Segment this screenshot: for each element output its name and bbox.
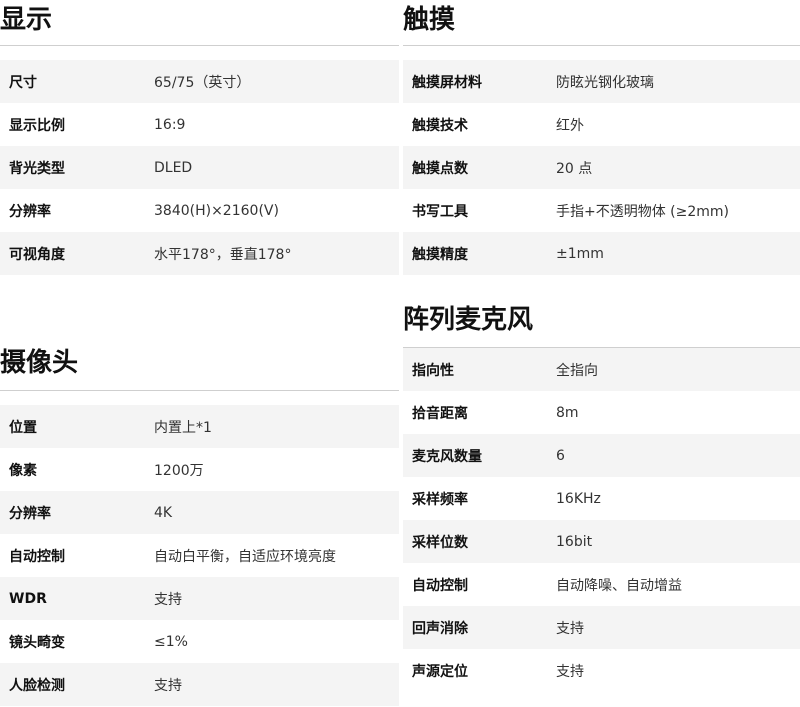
row-value: 红外 [556,117,584,134]
table-row: 回声消除 支持 [403,606,800,649]
camera-section: 摄像头 位置 内置上*1 像素 1200万 分辨率 4K 自动控制 自动白平衡，自适应环… [0,345,399,706]
row-value: 1200万 [154,462,204,479]
table-row: 触摸精度 ±1mm [403,232,800,275]
row-label: 触摸精度 [412,246,468,263]
row-label: 采样位数 [412,534,468,551]
display-title: 显示 [0,0,399,46]
mic-table: 指向性 全指向 拾音距离 8m 麦克风数量 6 采样频率 16KHz 采样位数 16bit… [403,348,800,692]
table-row: 自动控制 自动白平衡，自适应环境亮度 [0,534,399,577]
row-label: 自动控制 [412,577,468,594]
row-label: 回声消除 [412,620,468,637]
mic-title: 阵列麦克风 [403,302,800,348]
touch-title: 触摸 [403,0,800,46]
row-label: 指向性 [412,362,454,379]
table-row: 尺寸 65/75（英寸） [0,60,399,103]
row-label: 书写工具 [412,203,468,220]
row-label: 麦克风数量 [412,448,482,465]
row-value: 水平178°，垂直178° [154,246,292,263]
row-label: 触摸点数 [412,160,468,177]
camera-title: 摄像头 [0,345,399,391]
row-value: ±1mm [556,245,604,262]
touch-section: 触摸 触摸屏材料 防眩光钢化玻璃 触摸技术 红外 触摸点数 20 点 书写工具 手指+不… [403,0,800,275]
table-row: 书写工具 手指+不透明物体 (≥2mm) [403,189,800,232]
row-value: 防眩光钢化玻璃 [556,74,654,91]
table-row: 位置 内置上*1 [0,405,399,448]
table-row: 背光类型 DLED [0,146,399,189]
row-label: 像素 [9,462,37,479]
camera-table: 位置 内置上*1 像素 1200万 分辨率 4K 自动控制 自动白平衡，自适应环境亮度 … [0,405,399,706]
row-label: 声源定位 [412,663,468,680]
row-value: 支持 [556,620,584,637]
row-value: 手指+不透明物体 (≥2mm) [556,203,730,220]
table-row: 麦克风数量 6 [403,434,800,477]
row-value: 20 点 [556,160,593,177]
table-row: 触摸技术 红外 [403,103,800,146]
row-label: 可视角度 [9,246,65,263]
table-row: 镜头畸变 ≤1% [0,620,399,663]
table-row: 声源定位 支持 [403,649,800,692]
row-value: 自动降噪、自动增益 [556,577,682,594]
table-row: 像素 1200万 [0,448,399,491]
table-row: WDR 支持 [0,577,399,620]
row-label: 触摸屏材料 [412,74,482,91]
table-row: 采样位数 16bit [403,520,800,563]
table-row: 显示比例 16:9 [0,103,399,146]
row-value: 16bit [556,533,593,550]
row-label: 背光类型 [9,160,65,177]
row-value: 支持 [556,663,584,680]
mic-section: 阵列麦克风 指向性 全指向 拾音距离 8m 麦克风数量 6 采样频率 16KHz 采样位… [403,302,800,692]
row-label: 自动控制 [9,548,65,565]
row-label: 分辨率 [9,505,51,522]
table-row: 自动控制 自动降噪、自动增益 [403,563,800,606]
table-row: 可视角度 水平178°，垂直178° [0,232,399,275]
table-row: 触摸点数 20 点 [403,146,800,189]
row-value: 自动白平衡，自适应环境亮度 [154,548,336,565]
row-value: 16KHz [556,490,601,507]
touch-table: 触摸屏材料 防眩光钢化玻璃 触摸技术 红外 触摸点数 20 点 书写工具 手指+不透明物… [403,60,800,275]
row-value: 支持 [154,677,182,694]
row-value: ≤1% [154,633,188,650]
row-value: 支持 [154,591,182,608]
table-row: 分辨率 3840(H)×2160(V) [0,189,399,232]
row-label: WDR [9,590,47,607]
row-label: 尺寸 [9,74,37,91]
row-label: 位置 [9,419,37,436]
table-row: 指向性 全指向 [403,348,800,391]
table-row: 拾音距离 8m [403,391,800,434]
row-value: 8m [556,404,579,421]
table-row: 采样频率 16KHz [403,477,800,520]
row-label: 镜头畸变 [9,634,65,651]
table-row: 人脸检测 支持 [0,663,399,706]
row-label: 拾音距离 [412,405,468,422]
row-label: 采样频率 [412,491,468,508]
row-value: 内置上*1 [154,419,212,436]
table-row: 分辨率 4K [0,491,399,534]
row-value: 全指向 [556,362,598,379]
row-label: 触摸技术 [412,117,468,134]
display-table: 尺寸 65/75（英寸） 显示比例 16:9 背光类型 DLED 分辨率 3840(H)… [0,60,399,275]
row-value: 3840(H)×2160(V) [154,202,279,219]
display-section: 显示 尺寸 65/75（英寸） 显示比例 16:9 背光类型 DLED 分辨率 3840… [0,0,399,275]
row-label: 显示比例 [9,117,65,134]
row-value: 6 [556,447,565,464]
row-value: 16:9 [154,116,186,133]
row-value: DLED [154,159,193,176]
table-row: 触摸屏材料 防眩光钢化玻璃 [403,60,800,103]
row-value: 65/75（英寸） [154,74,251,91]
row-value: 4K [154,504,173,521]
row-label: 分辨率 [9,203,51,220]
row-label: 人脸检测 [9,677,65,694]
